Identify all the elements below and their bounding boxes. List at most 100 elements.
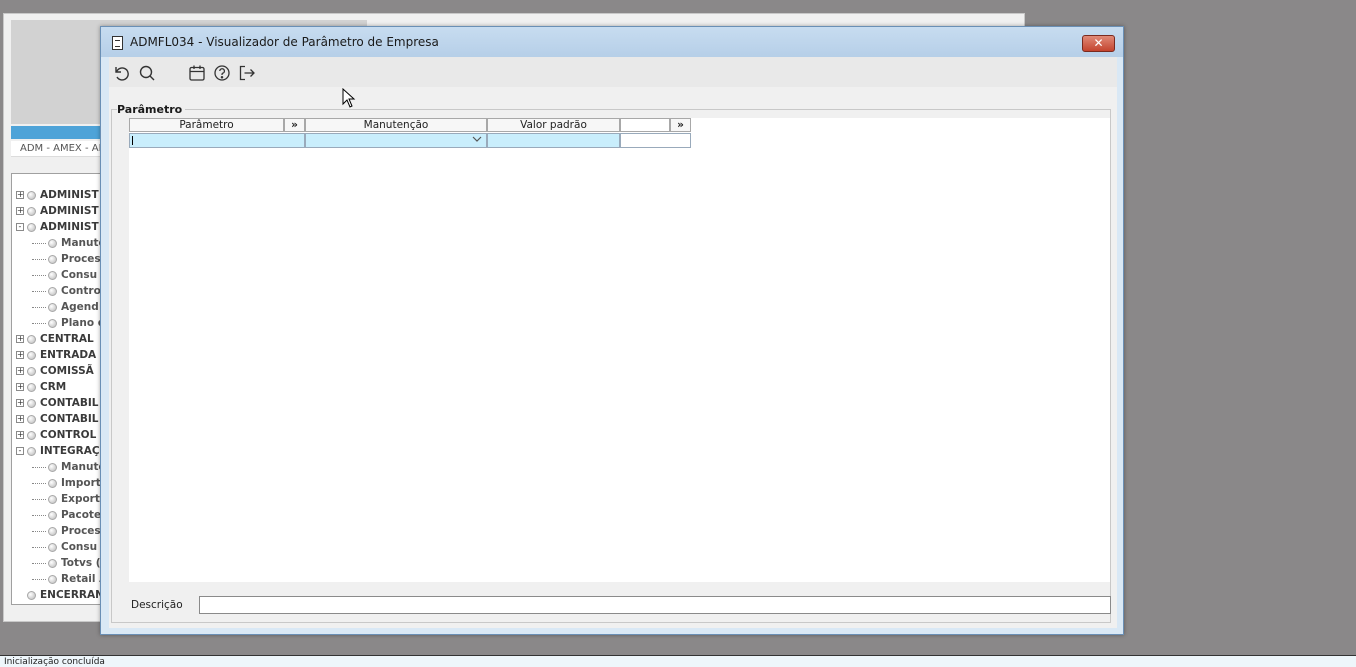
- tree-item-label: CONTABIL: [40, 413, 99, 425]
- node-bullet-icon: [48, 462, 57, 472]
- tree-item[interactable]: + COMISSÃ: [16, 363, 94, 379]
- expand-icon[interactable]: +: [16, 431, 24, 439]
- node-bullet-icon: [27, 398, 36, 408]
- columns-more-button[interactable]: »: [670, 118, 691, 132]
- cell-manutencao-select[interactable]: [305, 133, 487, 148]
- expand-icon[interactable]: +: [16, 367, 24, 375]
- tree-connector: [32, 498, 46, 500]
- tree-item[interactable]: - ADMINIST: [16, 219, 99, 235]
- tree-item[interactable]: + ADMINIST: [16, 203, 99, 219]
- tree-item[interactable]: Manute: [32, 459, 106, 475]
- tree-item-label: CONTROL: [40, 429, 97, 441]
- tree-item-label: Import: [61, 477, 101, 489]
- expand-icon[interactable]: +: [16, 351, 24, 359]
- tree-item[interactable]: Exporta: [32, 491, 107, 507]
- tree-connector: [32, 290, 46, 292]
- group-title: Parâmetro: [117, 103, 186, 116]
- tree-item[interactable]: Consu: [32, 539, 97, 555]
- tree-connector: [32, 514, 46, 516]
- node-bullet-icon: [27, 382, 36, 392]
- toolbar: [109, 57, 1117, 87]
- description-field[interactable]: [199, 596, 1111, 614]
- tree-item[interactable]: Contro: [32, 283, 101, 299]
- expand-icon[interactable]: +: [16, 383, 24, 391]
- tree-item[interactable]: Manute: [32, 235, 106, 251]
- search-icon[interactable]: [137, 63, 157, 83]
- collapse-icon[interactable]: -: [16, 447, 24, 455]
- tree-item-label: Agend: [61, 301, 99, 313]
- dialog-client-area: Parâmetro Parâmetro » Manutenção Valor p…: [109, 57, 1117, 628]
- node-bullet-icon: [48, 478, 57, 488]
- undo-icon[interactable]: [111, 63, 131, 83]
- node-bullet-icon: [27, 334, 36, 344]
- collapse-icon[interactable]: -: [16, 223, 24, 231]
- tree-item[interactable]: Proces: [32, 251, 101, 267]
- dialog-titlebar[interactable]: ADMFL034 - Visualizador de Parâmetro de …: [101, 27, 1123, 57]
- parameter-grid[interactable]: Parâmetro » Manutenção Valor padrão »: [129, 118, 1110, 582]
- expand-icon[interactable]: +: [16, 335, 24, 343]
- column-header-manutencao[interactable]: Manutenção: [305, 118, 487, 132]
- tree-item[interactable]: Import: [32, 475, 101, 491]
- node-bullet-icon: [27, 222, 36, 232]
- tree-item-label: INTEGRAÇ: [40, 445, 100, 457]
- tree-item[interactable]: Consu: [32, 267, 97, 283]
- expand-icon[interactable]: +: [16, 415, 24, 423]
- tree-item-label: CENTRAL: [40, 333, 94, 345]
- node-bullet-icon: [48, 238, 57, 248]
- expand-icon[interactable]: +: [16, 191, 24, 199]
- expand-icon[interactable]: +: [16, 207, 24, 215]
- tree-item[interactable]: + CONTABIL: [16, 411, 99, 427]
- tree-item[interactable]: Agend: [32, 299, 99, 315]
- tree-item[interactable]: ENCERRAN: [16, 587, 104, 603]
- cell-extra[interactable]: [620, 133, 691, 148]
- tree-connector: [32, 466, 46, 468]
- tree-item[interactable]: + CRM: [16, 379, 66, 395]
- navigation-tree[interactable]: + ADMINIST + ADMINIST - ADMINIST Manute Proces C…: [11, 173, 109, 605]
- close-button[interactable]: ✕: [1082, 35, 1115, 52]
- tree-item-label: ADMINIST: [40, 205, 99, 217]
- tree-item[interactable]: Plano d: [32, 315, 105, 331]
- expand-icon[interactable]: +: [16, 399, 24, 407]
- cell-valor-padrao[interactable]: [487, 133, 620, 148]
- dialog-title: ADMFL034 - Visualizador de Parâmetro de …: [130, 35, 439, 49]
- tree-item-label: Proces: [61, 525, 101, 537]
- tree-item[interactable]: + CONTROL: [16, 427, 96, 443]
- tree-item[interactable]: + CENTRAL: [16, 331, 94, 347]
- tree-item-label: ADMINIST: [40, 221, 99, 233]
- tree-item[interactable]: Proces: [32, 523, 101, 539]
- node-bullet-icon: [48, 254, 57, 264]
- tree-item[interactable]: Pacote: [32, 507, 101, 523]
- document-icon: [112, 36, 123, 50]
- help-icon[interactable]: [212, 63, 232, 83]
- expand-icon[interactable]: [16, 591, 24, 599]
- calendar-icon[interactable]: [187, 63, 207, 83]
- tree-item[interactable]: Totvs (: [32, 555, 101, 571]
- tree-item[interactable]: + CONTABIL: [16, 395, 99, 411]
- tree-item[interactable]: + ADMINIST: [16, 187, 99, 203]
- node-bullet-icon: [27, 414, 36, 424]
- node-bullet-icon: [48, 270, 57, 280]
- column-header-parametro[interactable]: Parâmetro: [129, 118, 284, 132]
- column-header-valor-padrao[interactable]: Valor padrão: [487, 118, 620, 132]
- node-bullet-icon: [48, 526, 57, 536]
- node-bullet-icon: [48, 558, 57, 568]
- tree-item-label: Contro: [61, 285, 101, 297]
- tree-item[interactable]: - INTEGRAÇ: [16, 443, 100, 459]
- tree-item-label: Pacote: [61, 509, 102, 521]
- node-bullet-icon: [48, 318, 57, 328]
- column-more-button[interactable]: »: [284, 118, 305, 132]
- background-accent-bar: [11, 126, 107, 139]
- cell-parametro[interactable]: [129, 133, 305, 148]
- tree-item[interactable]: Retail A: [32, 571, 107, 587]
- tree-connector: [32, 546, 46, 548]
- chevron-down-icon[interactable]: [472, 135, 482, 146]
- node-bullet-icon: [27, 190, 36, 200]
- tree-connector: [32, 242, 46, 244]
- node-bullet-icon: [27, 590, 36, 600]
- tree-item[interactable]: + ENTRADA: [16, 347, 96, 363]
- text-caret: [132, 136, 133, 145]
- tree-item-label: Plano d: [61, 317, 106, 329]
- tree-connector: [32, 578, 46, 580]
- exit-icon[interactable]: [237, 63, 257, 83]
- tree-connector: [32, 530, 46, 532]
